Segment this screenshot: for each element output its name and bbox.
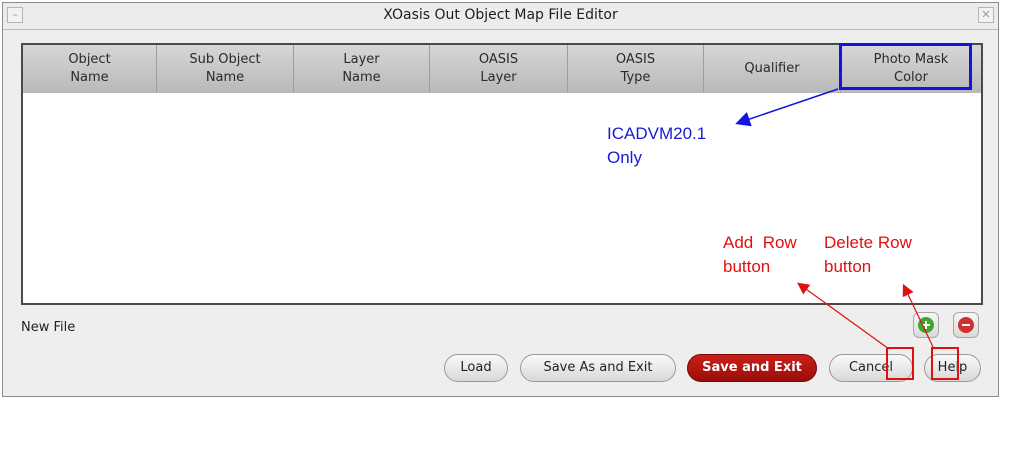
arrow-delete-row [902, 283, 935, 350]
arrow-add-row [797, 282, 890, 350]
annotation-arrows [735, 88, 935, 350]
arrow-photo-mask [735, 88, 839, 127]
